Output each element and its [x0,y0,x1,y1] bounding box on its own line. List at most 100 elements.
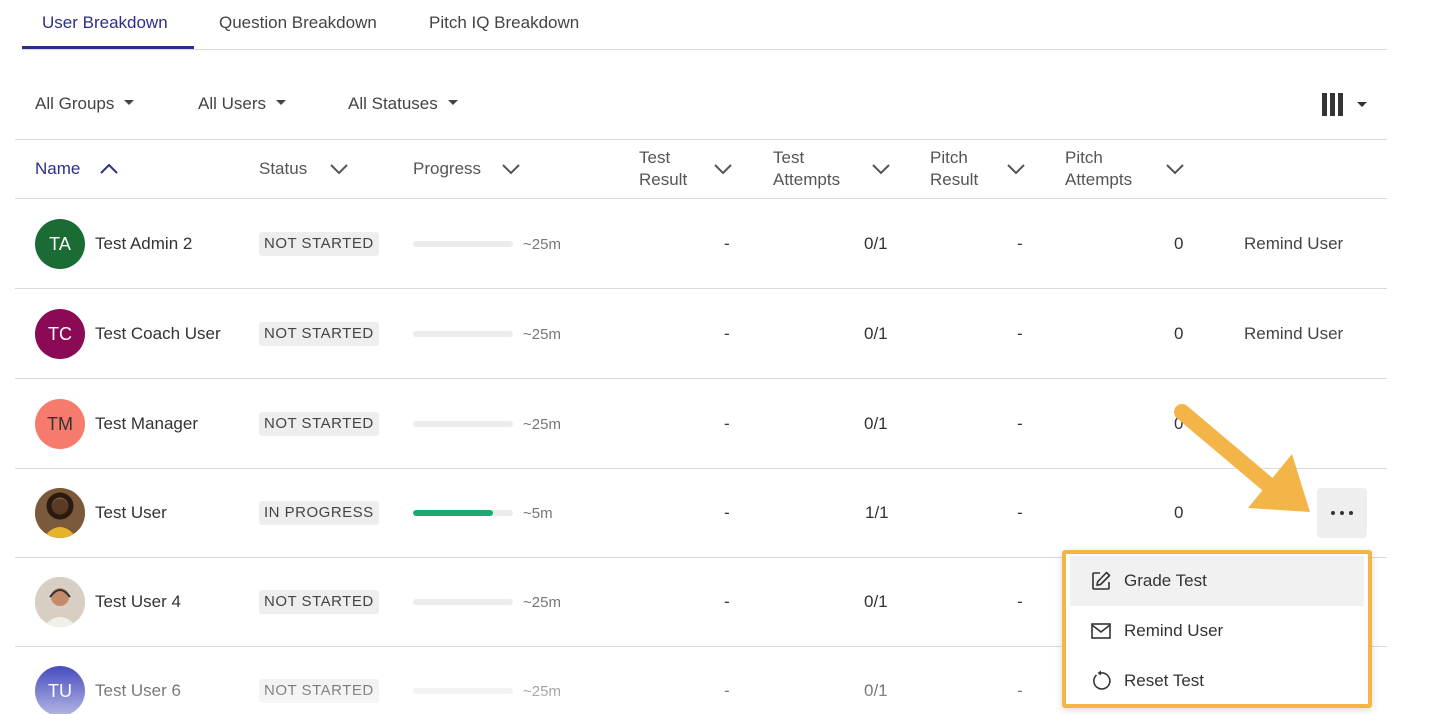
test-attempts: 0/1 [864,681,888,700]
progress-bar [413,510,513,516]
avatar: TU [35,666,85,714]
pitch-result: - [1017,234,1023,253]
time-estimate: ~25m [523,416,561,433]
menu-item-reset-test[interactable]: Reset Test [1070,656,1364,706]
column-settings-button[interactable] [1320,90,1370,120]
pitch-attempts: 0 [1174,324,1184,343]
column-header-pitch-attempts-line2: Attempts [1065,170,1133,189]
users-filter[interactable]: All Users [198,94,287,114]
test-attempts: 0/1 [864,592,888,611]
test-result: - [724,592,730,611]
groups-filter[interactable]: All Groups [35,94,135,114]
table-row[interactable]: Test User IN PROGRESS ~5m - 1/1 - 0 [15,468,1387,558]
avatar: TA [35,219,85,269]
avatar [35,577,85,627]
column-header-test-result[interactable]: Test Result [639,147,732,191]
progress-bar [413,599,513,605]
statuses-filter[interactable]: All Statuses [348,94,458,114]
avatar: TM [35,399,85,449]
groups-filter-label: All Groups [35,94,115,113]
user-name: Test User 6 [95,681,181,700]
chevron-down-icon [1166,164,1184,175]
table-row[interactable]: TM Test Manager NOT STARTED ~25m - 0/1 -… [15,379,1387,469]
status-badge: NOT STARTED [259,679,379,703]
status-badge: NOT STARTED [259,322,379,346]
column-header-test-result-line2: Result [639,170,688,189]
time-estimate: ~5m [523,505,553,522]
caret-down-icon [276,100,287,106]
status-badge: NOT STARTED [259,590,379,614]
more-dot-icon [1349,511,1353,515]
user-photo-icon [35,488,85,538]
caret-down-icon [447,100,458,106]
columns-icon [1322,93,1367,116]
time-estimate: ~25m [523,236,561,253]
progress-bar [413,688,513,694]
column-header-progress[interactable]: Progress [413,158,520,180]
pitch-result: - [1017,681,1023,700]
status-badge: NOT STARTED [259,232,379,256]
pitch-attempts: 0 [1174,234,1184,253]
active-tab-indicator [22,46,194,49]
status-badge: IN PROGRESS [259,501,379,525]
remind-user-button[interactable]: Remind User [1244,324,1343,344]
test-result: - [724,324,730,343]
user-name: Test Coach User [95,324,221,343]
test-result: - [724,681,730,700]
column-header-status[interactable]: Status [259,158,348,180]
user-name: Test User 4 [95,592,181,611]
table-row[interactable]: TC Test Coach User NOT STARTED ~25m - 0/… [15,289,1387,379]
test-attempts: 0/1 [864,414,888,433]
pitch-result: - [1017,414,1023,433]
column-header-pitch-result-line1: Pitch [930,148,968,167]
column-header-pitch-attempts[interactable]: Pitch Attempts [1065,147,1184,191]
menu-item-remind-user[interactable]: Remind User [1070,606,1364,656]
more-actions-button[interactable] [1317,488,1367,538]
pitch-result: - [1017,324,1023,343]
pitch-result: - [1017,503,1023,522]
time-estimate: ~25m [523,683,561,700]
chevron-down-icon [714,164,732,175]
test-result: - [724,503,730,522]
table-header: Name Status Progress Test Result Test At… [15,139,1387,199]
column-header-name-label: Name [35,159,81,178]
statuses-filter-label: All Statuses [348,94,438,113]
edit-icon [1092,571,1111,590]
tab-user-breakdown[interactable]: User Breakdown [42,13,168,33]
caret-down-icon [124,100,135,106]
progress-bar [413,241,513,247]
tab-question-breakdown[interactable]: Question Breakdown [219,13,377,33]
menu-item-grade-test[interactable]: Grade Test [1070,556,1364,606]
tab-bar: User Breakdown Question Breakdown Pitch … [22,0,1387,50]
test-result: - [724,234,730,253]
column-header-test-attempts-line1: Test [773,148,805,167]
reset-icon [1093,670,1111,690]
chevron-down-icon [872,164,890,175]
chevron-down-icon [1007,164,1025,175]
column-header-pitch-result-line2: Result [930,170,979,189]
table-row[interactable]: TA Test Admin 2 NOT STARTED ~25m - 0/1 -… [15,199,1387,289]
time-estimate: ~25m [523,594,561,611]
avatar [35,488,85,538]
column-header-name[interactable]: Name [35,158,118,180]
remind-user-button[interactable]: Remind User [1244,234,1343,254]
pitch-attempts: 0 [1174,503,1184,522]
column-header-test-attempts[interactable]: Test Attempts [773,147,890,191]
user-photo-icon [35,577,85,627]
test-attempts: 0/1 [864,324,888,343]
pitch-result: - [1017,592,1023,611]
progress-fill [413,510,493,516]
more-dot-icon [1340,511,1344,515]
test-result: - [724,414,730,433]
column-header-status-label: Status [259,159,308,178]
tab-pitch-iq-breakdown[interactable]: Pitch IQ Breakdown [429,13,579,33]
status-badge: NOT STARTED [259,412,379,436]
test-attempts: 1/1 [865,503,889,522]
pitch-attempts: 0 [1174,414,1184,433]
time-estimate: ~25m [523,326,561,343]
user-name: Test Manager [95,414,198,433]
user-name: Test Admin 2 [95,234,193,253]
row-actions-menu: Grade Test Remind User Reset Test [1062,550,1372,708]
user-name: Test User [95,503,167,522]
column-header-pitch-result[interactable]: Pitch Result [930,147,1025,191]
